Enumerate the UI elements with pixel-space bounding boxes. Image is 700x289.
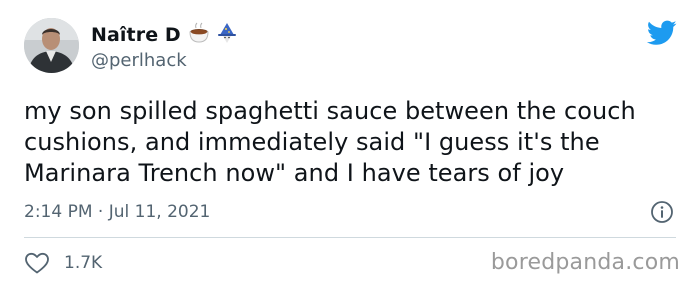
coffee-bowl-icon: [188, 22, 210, 48]
display-name[interactable]: Naître D: [91, 24, 181, 46]
divider: [24, 237, 676, 238]
tweet-meta: 2:14 PM · Jul 11, 2021: [24, 200, 674, 226]
avatar[interactable]: [24, 18, 79, 73]
twitter-bird-icon[interactable]: [647, 20, 677, 46]
wizard-icon: [217, 22, 237, 48]
author-block: Naître D @perlhack: [91, 22, 237, 71]
tweet-card: Naître D @perlhack my son spilled spaghe…: [0, 0, 700, 289]
tweet-timestamp[interactable]: 2:14 PM · Jul 11, 2021: [24, 202, 210, 222]
like-count: 1.7K: [64, 253, 103, 273]
watermark: boredpanda.com: [490, 250, 680, 275]
heart-icon[interactable]: [24, 251, 50, 275]
user-handle[interactable]: @perlhack: [91, 50, 237, 71]
tweet-text: my son spilled spaghetti sauce between t…: [24, 97, 636, 187]
name-row: Naître D: [91, 22, 237, 48]
info-icon[interactable]: [650, 200, 674, 224]
like-action[interactable]: 1.7K: [24, 250, 102, 276]
